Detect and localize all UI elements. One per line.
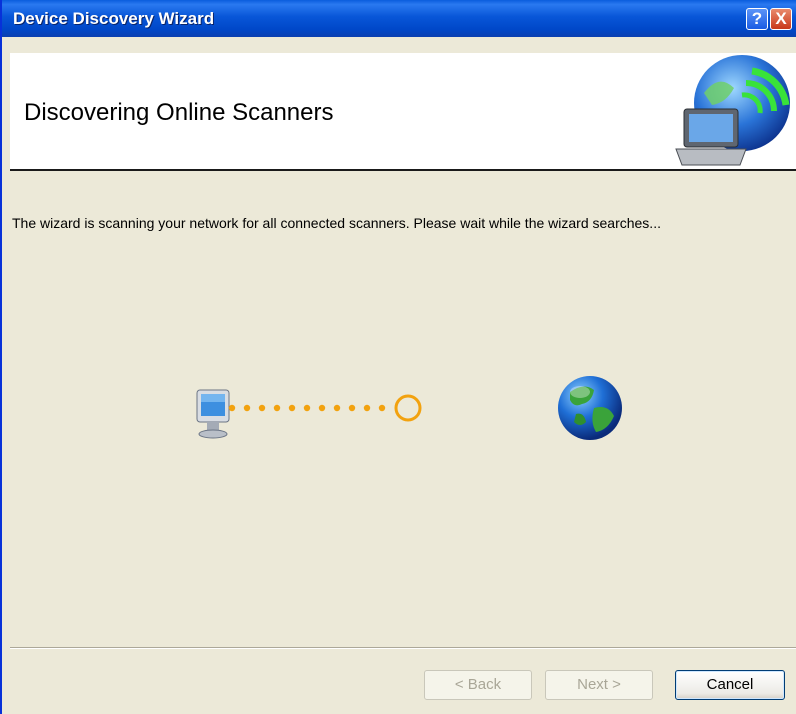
laptop-network-icon [675,55,790,166]
status-message: The wizard is scanning your network for … [12,215,661,231]
window-title: Device Discovery Wizard [13,9,215,28]
close-button[interactable]: X [770,8,792,30]
footer-divider [10,647,796,649]
page-title: Discovering Online Scanners [24,99,334,126]
cancel-button[interactable]: Cancel [675,670,785,700]
progress-dots [228,404,386,412]
globe-icon [558,376,622,440]
wizard-header: Discovering Online Scanners [10,53,796,171]
next-button[interactable]: Next > [545,670,653,700]
wizard-window: Device Discovery Wizard ? X Discovering … [0,0,796,714]
back-button[interactable]: < Back [424,670,532,700]
title-bar[interactable]: Device Discovery Wizard ? X [2,0,796,37]
help-button[interactable]: ? [746,8,768,30]
computer-icon [196,389,230,439]
progress-ring-icon [394,394,422,422]
